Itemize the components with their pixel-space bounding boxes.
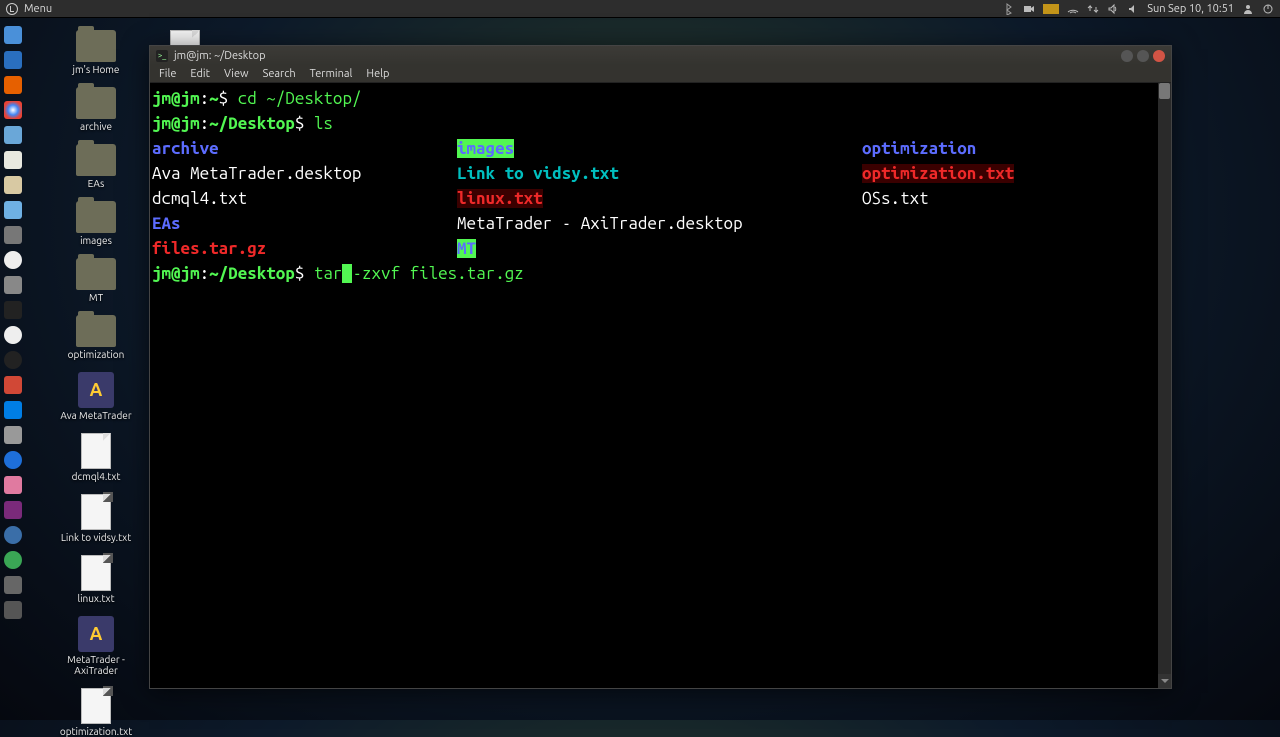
- desktop-icon-label: EAs: [88, 178, 105, 189]
- terminal-window: >_ jm@jm: ~/Desktop FileEditViewSearchTe…: [149, 45, 1172, 689]
- desktop-icon-label: optimization.txt: [60, 726, 132, 737]
- dock-paint-icon[interactable]: [4, 476, 22, 494]
- terminal-menu-view[interactable]: View: [217, 65, 256, 82]
- desktop-icon-label: MT: [89, 292, 103, 303]
- terminal-menubar: FileEditViewSearchTerminalHelp: [150, 65, 1171, 83]
- dock-terminal-icon[interactable]: [4, 301, 22, 319]
- dock-chromium-icon[interactable]: [4, 201, 22, 219]
- dock-chat-icon[interactable]: [4, 426, 22, 444]
- dock-drag-icon[interactable]: [4, 276, 22, 294]
- desktop-icon-label: Link to vidsy.txt: [61, 532, 131, 543]
- desktop: jm's Home archive EAs images MT optimization A…: [46, 30, 146, 737]
- folder-icon: [76, 315, 116, 347]
- user-icon[interactable]: [1242, 3, 1254, 15]
- bluetooth-icon[interactable]: [1003, 3, 1015, 15]
- file-link-icon: [81, 555, 111, 591]
- battery-icon[interactable]: [1043, 4, 1059, 14]
- terminal-menu-help[interactable]: Help: [359, 65, 396, 82]
- desktop-icon[interactable]: optimization.txt: [46, 688, 146, 737]
- window-close-button[interactable]: [1153, 50, 1165, 62]
- desktop-icon-label: jm's Home: [73, 64, 120, 75]
- folder-icon: [76, 87, 116, 119]
- file-link-icon: [81, 688, 111, 724]
- power-icon[interactable]: [1262, 3, 1274, 15]
- dock-files-icon[interactable]: [4, 26, 22, 44]
- desktop-icon[interactable]: AMetaTrader - AxiTrader: [46, 616, 146, 676]
- updown-icon[interactable]: [1087, 3, 1099, 15]
- clock-label[interactable]: Sun Sep 10, 10:51: [1147, 3, 1234, 15]
- dock-gmail-icon[interactable]: [4, 376, 22, 394]
- desktop-icon[interactable]: MT: [46, 258, 146, 303]
- dock-writer-icon[interactable]: [4, 176, 22, 194]
- terminal-menu-file[interactable]: File: [152, 65, 183, 82]
- folder-icon: [76, 258, 116, 290]
- folder-icon: [76, 144, 116, 176]
- volume-icon[interactable]: [1127, 3, 1139, 15]
- scrollbar-thumb[interactable]: [1159, 83, 1170, 99]
- terminal-menu-search[interactable]: Search: [256, 65, 303, 82]
- folder-icon: [76, 201, 116, 233]
- terminal-app-icon: >_: [156, 50, 168, 62]
- dock-chrome-icon[interactable]: [4, 101, 22, 119]
- desktop-icon-label: linux.txt: [77, 593, 114, 604]
- dock-dropbox-icon[interactable]: [4, 401, 22, 419]
- dock-valve-icon[interactable]: [4, 351, 22, 369]
- scrollbar-down-button[interactable]: [1158, 674, 1171, 688]
- window-titlebar[interactable]: >_ jm@jm: ~/Desktop: [150, 46, 1171, 65]
- app-icon: A: [78, 372, 114, 408]
- mint-logo-icon[interactable]: [6, 3, 18, 15]
- dock-web-icon[interactable]: [4, 126, 22, 144]
- dock-settings-icon[interactable]: [4, 601, 22, 619]
- desktop-icon-label: archive: [80, 121, 112, 132]
- menu-label[interactable]: Menu: [24, 3, 52, 15]
- desktop-icon[interactable]: optimization: [46, 315, 146, 360]
- terminal-menu-terminal[interactable]: Terminal: [303, 65, 360, 82]
- dock-clock-icon[interactable]: [4, 251, 22, 269]
- desktop-icon[interactable]: linux.txt: [46, 555, 146, 604]
- terminal-body[interactable]: jm@jm:~$ cd ~/Desktop/jm@jm:~/Desktop$ l…: [150, 83, 1171, 688]
- desktop-icon[interactable]: dcmql4.txt: [46, 433, 146, 482]
- desktop-icon[interactable]: A Ava MetaTrader: [46, 372, 146, 421]
- desktop-icon-label: Ava MetaTrader: [60, 410, 131, 421]
- scrollbar[interactable]: [1158, 83, 1171, 688]
- dock-firefox-icon[interactable]: [4, 76, 22, 94]
- dock-steam-icon[interactable]: [4, 226, 22, 244]
- dock-app-icon[interactable]: [4, 51, 22, 69]
- network-icon[interactable]: [1067, 3, 1079, 15]
- file-icon: [81, 433, 111, 469]
- top-panel: Menu Sun Sep 10, 10:51: [0, 0, 1280, 18]
- dock-update-icon[interactable]: [4, 326, 22, 344]
- window-minimize-button[interactable]: [1121, 50, 1133, 62]
- desktop-icon[interactable]: Link to vidsy.txt: [46, 494, 146, 543]
- desktop-icon-label: dcmql4.txt: [72, 471, 121, 482]
- desktop-icon-label: optimization: [68, 349, 125, 360]
- dock-green-icon[interactable]: [4, 551, 22, 569]
- desktop-icon-label: MetaTrader - AxiTrader: [51, 654, 141, 676]
- desktop-icon[interactable]: jm's Home: [46, 30, 146, 75]
- dock: [4, 26, 24, 619]
- desktop-icon-label: images: [80, 235, 112, 246]
- desktop-icon[interactable]: archive: [46, 87, 146, 132]
- dock-pink-icon[interactable]: [4, 501, 22, 519]
- terminal-menu-edit[interactable]: Edit: [183, 65, 217, 82]
- dock-cube-icon[interactable]: [4, 576, 22, 594]
- sound-icon[interactable]: [1107, 3, 1119, 15]
- dock-earth-icon[interactable]: [4, 526, 22, 544]
- window-maximize-button[interactable]: [1137, 50, 1149, 62]
- desktop-icon[interactable]: images: [46, 201, 146, 246]
- file-link-icon: [81, 494, 111, 530]
- folder-icon: [76, 30, 116, 62]
- app-icon: A: [78, 616, 114, 652]
- record-icon[interactable]: [1023, 3, 1035, 15]
- window-title: jm@jm: ~/Desktop: [174, 50, 266, 62]
- dock-gedit-icon[interactable]: [4, 151, 22, 169]
- system-tray: Sun Sep 10, 10:51: [1003, 3, 1274, 15]
- desktop-icon[interactable]: EAs: [46, 144, 146, 189]
- dock-play-icon[interactable]: [4, 451, 22, 469]
